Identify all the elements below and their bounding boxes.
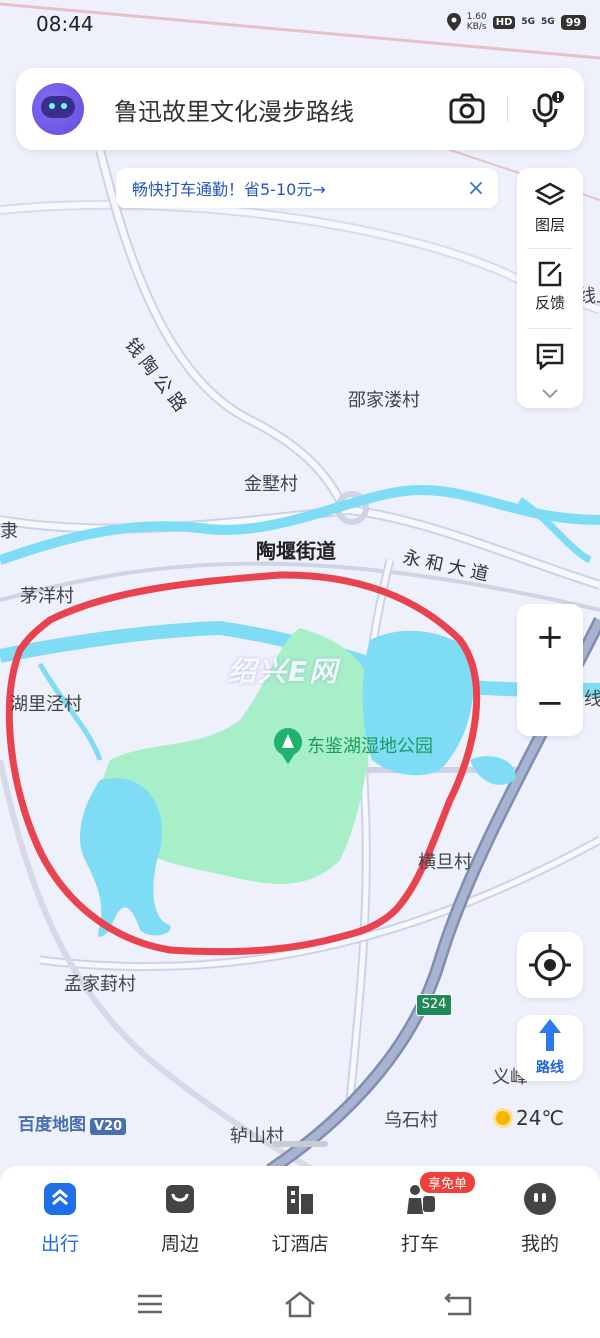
- search-bar[interactable]: 鲁迅故里文化漫步路线: [16, 68, 584, 150]
- location-icon: [446, 13, 461, 31]
- signal-5g-1: 5G: [521, 17, 536, 27]
- shopping-bag-icon: [166, 1185, 194, 1213]
- nav-label: 出行: [40, 1233, 79, 1255]
- locate-button[interactable]: [517, 932, 583, 998]
- network-speed: 1.60 KB/s: [466, 12, 487, 32]
- profile-icon: [524, 1183, 556, 1215]
- zoom-out-button[interactable]: −: [517, 670, 583, 736]
- tool-divider: [527, 328, 573, 329]
- nav-label: 打车: [400, 1233, 439, 1255]
- village-label: 乌石村: [384, 1110, 438, 1131]
- status-icons: 1.60 KB/s HD 5G 5G 99: [446, 12, 586, 32]
- nav-label: 周边: [160, 1233, 199, 1255]
- expressway-badge: S24: [416, 994, 452, 1016]
- temperature: 24℃: [516, 1106, 564, 1130]
- back-icon[interactable]: [438, 1290, 478, 1318]
- microphone-icon[interactable]: [526, 89, 566, 129]
- drag-handle[interactable]: [272, 1141, 328, 1147]
- village-label: 湖里泾村: [10, 694, 82, 715]
- home-icon[interactable]: [280, 1290, 320, 1318]
- nav-label: 我的: [520, 1233, 559, 1255]
- layers-icon: [535, 182, 565, 206]
- village-label: 茅洋村: [20, 586, 74, 607]
- tool-divider: [527, 248, 573, 249]
- village-label: 孟家葑村: [64, 974, 136, 995]
- edge-label: 隶: [0, 521, 18, 542]
- weather-widget[interactable]: 24℃: [496, 1106, 564, 1130]
- sun-icon: [496, 1111, 510, 1125]
- message-icon: [536, 343, 564, 370]
- layers-button[interactable]: 图层: [517, 182, 583, 235]
- route-arrow-icon: [539, 1019, 561, 1051]
- edit-icon: [538, 261, 562, 287]
- status-time: 08:44: [36, 12, 94, 36]
- promo-banner[interactable]: 畅快打车通勤！省5-10元→ ×: [116, 168, 498, 208]
- travel-icon: [44, 1183, 76, 1215]
- village-label: 金墅村: [244, 474, 298, 495]
- nav-travel[interactable]: 出行: [0, 1182, 120, 1256]
- park-label[interactable]: 东鉴湖湿地公园: [307, 732, 433, 758]
- nav-nearby[interactable]: 周边: [120, 1182, 240, 1256]
- route-button[interactable]: 路线: [517, 1015, 583, 1081]
- crosshair-icon: [529, 944, 571, 986]
- village-label: 横旦村: [418, 852, 472, 873]
- village-label: 邵家溇村: [348, 390, 420, 411]
- hd-badge: HD: [492, 15, 516, 29]
- edge-label: 线: [584, 689, 600, 710]
- zoom-control: + −: [517, 604, 583, 736]
- nav-hotel[interactable]: 订酒店: [240, 1182, 360, 1256]
- feedback-label: 反馈: [534, 294, 565, 312]
- close-icon[interactable]: ×: [460, 176, 492, 201]
- nav-mine[interactable]: 我的: [480, 1182, 600, 1256]
- watermark: 绍兴E网: [228, 655, 340, 688]
- nav-taxi[interactable]: 打车: [360, 1182, 480, 1256]
- subdistrict-label: 陶堰街道: [256, 539, 336, 563]
- zoom-in-button[interactable]: +: [517, 604, 583, 670]
- taxi-promo-badge: 享免单: [420, 1172, 476, 1193]
- message-button[interactable]: [517, 342, 583, 374]
- battery-indicator: 99: [560, 14, 586, 30]
- feedback-button[interactable]: 反馈: [517, 260, 583, 313]
- search-input[interactable]: 鲁迅故里文化漫步路线: [114, 92, 447, 127]
- system-nav-bar: [0, 1270, 600, 1338]
- baidu-map-logo: 百度地图 V20: [18, 1110, 127, 1135]
- nav-label: 订酒店: [271, 1233, 329, 1255]
- building-icon: [287, 1186, 313, 1214]
- route-label: 路线: [536, 1060, 564, 1076]
- search-divider: [507, 96, 508, 122]
- promo-text[interactable]: 畅快打车通勤！省5-10元→: [132, 176, 460, 200]
- camera-icon[interactable]: [447, 89, 487, 129]
- map-tools-panel: 图层 反馈: [517, 168, 583, 408]
- menu-icon[interactable]: [130, 1290, 170, 1318]
- chevron-down-icon[interactable]: [541, 388, 559, 400]
- layers-label: 图层: [534, 216, 565, 234]
- signal-5g-2: 5G: [541, 17, 555, 27]
- assistant-avatar[interactable]: [32, 83, 84, 135]
